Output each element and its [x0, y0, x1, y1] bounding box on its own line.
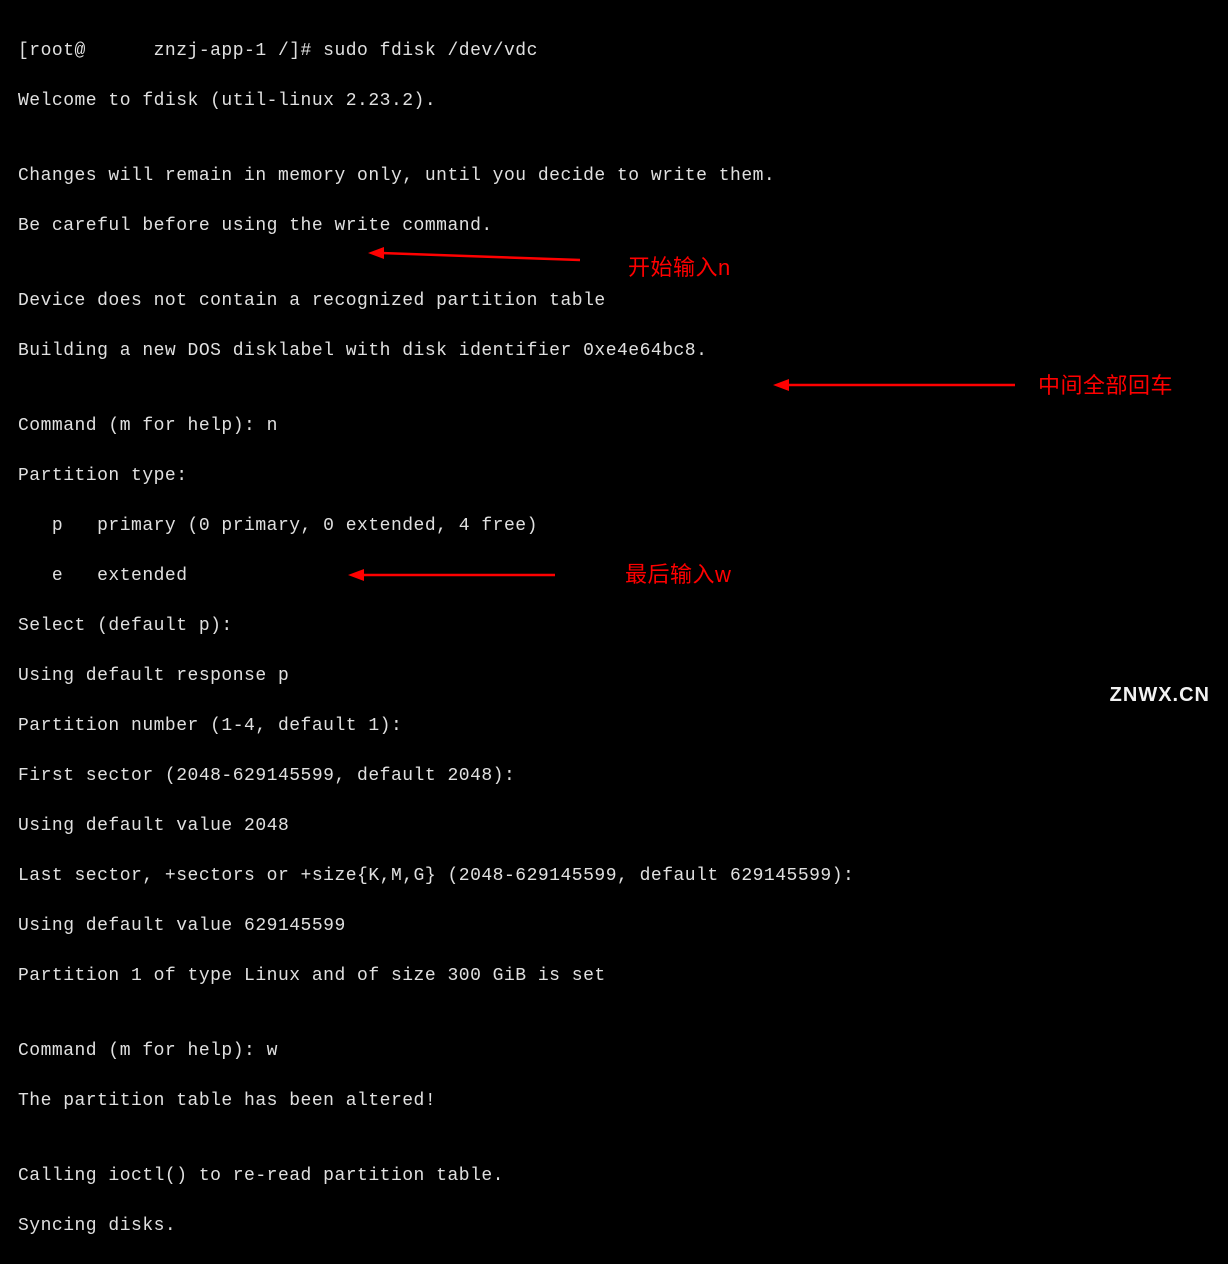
terminal-line: Command (m for help): w [18, 1039, 1210, 1064]
terminal-line: Be careful before using the write comman… [18, 214, 1210, 239]
terminal-line: Using default value 629145599 [18, 914, 1210, 939]
terminal-line: Changes will remain in memory only, unti… [18, 164, 1210, 189]
terminal-line: Partition type: [18, 464, 1210, 489]
terminal-line: p primary (0 primary, 0 extended, 4 free… [18, 514, 1210, 539]
terminal-line: Building a new DOS disklabel with disk i… [18, 339, 1210, 364]
terminal-line: Last sector, +sectors or +size{K,M,G} (2… [18, 864, 1210, 889]
watermark: ZNWX.CN [1110, 683, 1210, 708]
annotation-note: 最后输入w [625, 562, 731, 587]
terminal-line: Welcome to fdisk (util-linux 2.23.2). [18, 89, 1210, 114]
terminal-line: Select (default p): [18, 614, 1210, 639]
terminal-line: First sector (2048-629145599, default 20… [18, 764, 1210, 789]
annotation-note: 中间全部回车 [1038, 373, 1173, 398]
terminal-line: Calling ioctl() to re-read partition tab… [18, 1164, 1210, 1189]
terminal-line: Device does not contain a recognized par… [18, 289, 1210, 314]
terminal-line: Using default value 2048 [18, 814, 1210, 839]
terminal-line: Partition number (1-4, default 1): [18, 714, 1210, 739]
terminal-line: The partition table has been altered! [18, 1089, 1210, 1114]
terminal-line: Syncing disks. [18, 1214, 1210, 1239]
annotation-note: 开始输入n [628, 255, 731, 280]
terminal-line: e extended [18, 564, 1210, 589]
terminal-line: [root@ znzj-app-1 /]# sudo fdisk /dev/vd… [18, 39, 1210, 64]
terminal-line: Partition 1 of type Linux and of size 30… [18, 964, 1210, 989]
terminal-output: [root@ znzj-app-1 /]# sudo fdisk /dev/vd… [18, 14, 1210, 1264]
terminal-line: Using default response p [18, 664, 1210, 689]
terminal-line: Command (m for help): n [18, 414, 1210, 439]
